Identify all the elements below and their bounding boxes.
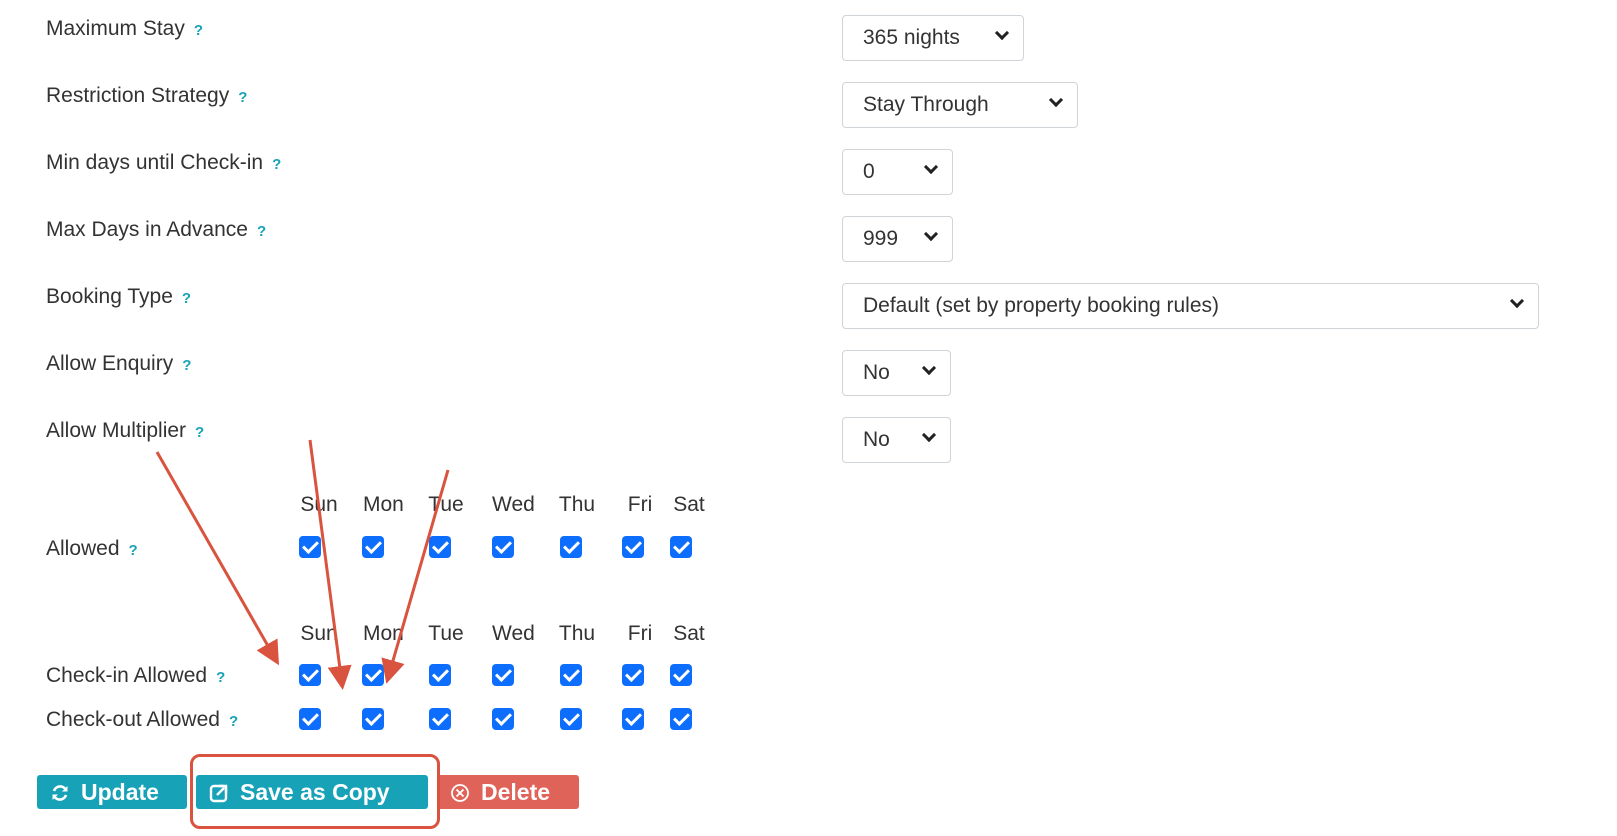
annotation-arrows — [155, 439, 450, 690]
annotation-arrow — [308, 439, 352, 690]
annotation-arrow — [155, 451, 279, 666]
annotation-arrow — [381, 469, 450, 684]
